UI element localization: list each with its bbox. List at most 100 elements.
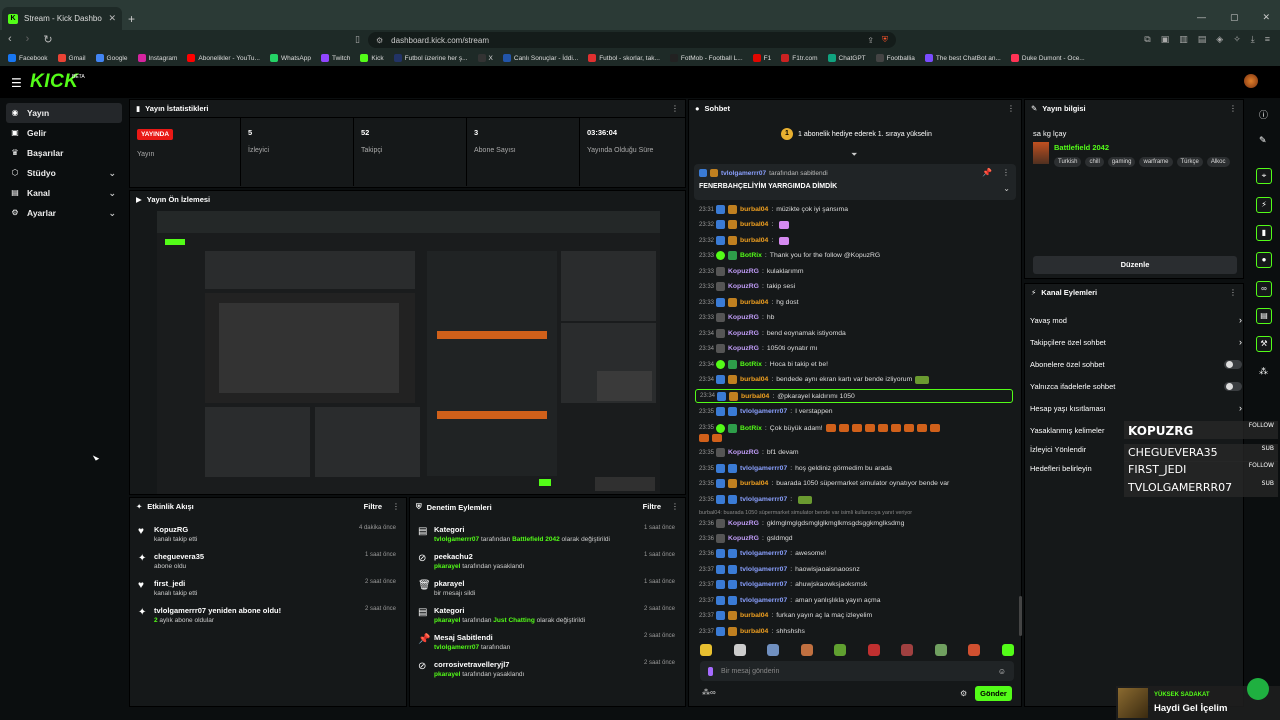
emote-icon[interactable]: [968, 644, 981, 656]
emote-icon[interactable]: [834, 644, 847, 656]
emote-icon[interactable]: [733, 644, 746, 656]
maximize-icon[interactable]: ▢: [1230, 12, 1239, 23]
info-icon[interactable]: ⓘ: [1259, 108, 1268, 121]
bookmark-item[interactable]: Futbol üzerine her ş...: [393, 54, 468, 62]
more-actions-icon[interactable]: ⁂: [1259, 366, 1268, 377]
moderation-row[interactable]: ⊘ peekachu2 pkarayel tarafından yasaklandı…: [410, 549, 685, 575]
chat-message[interactable]: 23:34 burbal04: bendede aynı ekran kartı v…: [699, 373, 1019, 386]
channel-action-row[interactable]: Yalnızca ifadelerle sohbet: [1030, 379, 1242, 393]
tag[interactable]: warframe: [1139, 157, 1173, 167]
sidebar-item-2[interactable]: ♛ Başarılar: [6, 143, 122, 163]
microphone-icon[interactable]: [708, 666, 713, 676]
bookmark-item[interactable]: WhatsApp: [269, 54, 311, 62]
chat-message[interactable]: 23:33 KopuzRG: takip sesi: [699, 280, 1019, 293]
brave-shield-icon[interactable]: ⛨: [882, 35, 888, 45]
bookmark-item[interactable]: FotMob - Football L...: [669, 54, 743, 62]
bookmark-item[interactable]: Instagram: [137, 54, 177, 62]
moderation-row[interactable]: ▤ Kategori pkarayel tarafından Just Chatti…: [410, 603, 685, 629]
emote-icon[interactable]: [934, 644, 947, 656]
share-icon[interactable]: ⇪: [867, 36, 874, 45]
chat-icon[interactable]: ●: [1256, 252, 1272, 268]
filter-button[interactable]: Filtre: [643, 502, 661, 511]
emoji-icon[interactable]: ☺: [998, 667, 1006, 676]
tag[interactable]: Turkish: [1054, 157, 1082, 167]
chat-input[interactable]: Bir mesaj gönderin ☺: [700, 661, 1014, 681]
back-icon[interactable]: ‹: [8, 33, 12, 46]
emote-icon[interactable]: [867, 644, 880, 656]
tag[interactable]: gaming: [1107, 157, 1136, 167]
chat-message[interactable]: 23:33 KopuzRG: kulaklarımm: [699, 265, 1019, 278]
sidebar-item-1[interactable]: ▣ Gelir: [6, 123, 122, 143]
bookmark-item[interactable]: Futbol - skorlar, tak...: [588, 54, 660, 62]
chat-message[interactable]: 23:32 burbal04:: [699, 218, 1019, 231]
close-tab-icon[interactable]: ✕: [108, 13, 116, 24]
floating-action-button[interactable]: [1247, 678, 1269, 700]
bookmark-item[interactable]: Footballia: [875, 54, 915, 62]
chat-message[interactable]: 23:35 tvlolgamerrr07: hoş geldiniz görmedi…: [699, 462, 1019, 475]
emote-icon[interactable]: [767, 644, 780, 656]
chat-message[interactable]: 23:33 burbal04: hg dost: [699, 296, 1019, 309]
reading-list-icon[interactable]: ▤: [1198, 34, 1207, 45]
channel-action-row[interactable]: Hesap yaşı kısıtlaması ›: [1030, 401, 1242, 415]
sidebar-item-3[interactable]: ⬡ Stüdyo ⌄: [6, 163, 122, 183]
more-options-icon[interactable]: ⋮: [1229, 288, 1237, 297]
chat-message[interactable]: 23:36 tvlolgamerrr07: awesome!: [699, 547, 1019, 560]
chat-message[interactable]: 23:37 burbal04: shhshshs: [699, 625, 1019, 638]
chat-message[interactable]: 23:34 BotRix: Hoca bi takip et be!: [699, 358, 1019, 371]
channel-action-row[interactable]: Abonelere özel sohbet: [1030, 357, 1242, 371]
channel-action-row[interactable]: Yavaş mod ›: [1030, 313, 1242, 327]
user-avatar[interactable]: [1244, 74, 1258, 88]
chat-message[interactable]: 23:33 KopuzRG: hb: [699, 311, 1019, 324]
gift-sub-banner[interactable]: 1 1 abonelik hediye ederek 1. sıraya yük…: [781, 128, 932, 140]
bookmark-item[interactable]: The best ChatBot an...: [924, 54, 1001, 62]
category-name[interactable]: Battlefield 2042: [1054, 143, 1109, 152]
sidebar-item-5[interactable]: ⚙ Ayarlar ⌄: [6, 203, 122, 223]
chat-settings-icon[interactable]: ⁂∞: [702, 688, 716, 697]
browser-tab[interactable]: K Stream - Kick Dashboard ✕: [2, 7, 122, 30]
moderation-row[interactable]: ⊘ corrosivetravelleryjl7 pkarayel tarafınd…: [410, 657, 685, 683]
lightning-icon[interactable]: ⚡: [1256, 197, 1272, 213]
pinned-message[interactable]: tvlolgamerrr07 tarafından sabitlendi FEN…: [694, 164, 1016, 200]
tag[interactable]: Türkçe: [1176, 157, 1203, 167]
download-icon[interactable]: ⤓: [1251, 34, 1255, 45]
emote-icon[interactable]: [901, 644, 914, 656]
bookmark-item[interactable]: ChatGPT: [827, 54, 866, 62]
activity-row[interactable]: ✦ cheguevera35 abone oldu 1 saat önce: [130, 549, 406, 575]
close-window-icon[interactable]: ✕: [1262, 12, 1270, 23]
new-tab-button[interactable]: +: [128, 12, 135, 26]
send-button[interactable]: Gönder: [975, 686, 1012, 701]
more-options-icon[interactable]: ⋮: [392, 502, 400, 511]
moderation-row[interactable]: ▤ Kategori tvlolgamerrr07 tarafından Battl…: [410, 522, 685, 548]
edit-button[interactable]: Düzenle: [1033, 256, 1237, 274]
sidebar-item-4[interactable]: ▤ Kanal ⌄: [6, 183, 122, 203]
chat-message[interactable]: 23:31 burbal04: müzikte çok iyi şansıma: [699, 203, 1019, 216]
more-options-icon[interactable]: ⋮: [671, 104, 679, 113]
toggle-switch[interactable]: [1224, 359, 1242, 369]
forward-icon[interactable]: ›: [26, 33, 30, 46]
chat-message[interactable]: 23:37 tvlolgamerrr07: ahuwjskaowksjaoksmsk: [699, 578, 1019, 591]
emote-icon[interactable]: [800, 644, 813, 656]
activity-row[interactable]: ✦ tvlolgamerrr07 yeniden abone oldu! 2 ayl…: [130, 603, 406, 629]
bookmark-item[interactable]: X: [477, 54, 493, 62]
sidebar-item-0[interactable]: ◉ Yayın: [6, 103, 122, 123]
chat-message[interactable]: 23:35 tvlolgamerrr07:: [699, 493, 1019, 506]
chat-message[interactable]: 23:33 BotRix: Thank you for the follow @Ko…: [699, 249, 1019, 262]
chat-message[interactable]: 23:35 burbal04: buarada 1050 süpermarket s…: [699, 477, 1019, 490]
moderation-row[interactable]: 📌 Mesaj Sabitlendi tvlolgamerrr07 tarafınd…: [410, 630, 685, 656]
address-bar[interactable]: ⚙ dashboard.kick.com/stream ⇪ ⛨: [368, 32, 896, 48]
shield-icon[interactable]: ◈: [1216, 34, 1223, 45]
chat-message[interactable]: 23:35 tvlolgamerrr07: I verstappen: [699, 405, 1019, 418]
chat-message[interactable]: 23:37 burbal04: furkan yayın aç la maç izl…: [699, 609, 1019, 622]
menu-icon[interactable]: ≡: [1265, 34, 1270, 45]
bookmark-item[interactable]: Gmail: [57, 54, 86, 62]
more-options-icon[interactable]: ⋮: [1002, 168, 1010, 177]
pencil-icon[interactable]: ✎: [1259, 135, 1267, 146]
channel-action-row[interactable]: Takipçilere özel sohbet ›: [1030, 335, 1242, 349]
bookmark-item[interactable]: Duke Dumont - Oce...: [1010, 54, 1085, 62]
activity-row[interactable]: ♥ KopuzRG kanalı takip etti 4 dakika önce: [130, 522, 406, 548]
chat-message[interactable]: 23:34 KopuzRG:1050ti oynatır mı: [699, 342, 1019, 355]
toggle-switch[interactable]: [1224, 381, 1242, 391]
collapse-icon[interactable]: ⏷: [851, 150, 857, 160]
site-info-icon[interactable]: ⚙: [376, 36, 383, 45]
emote-icon[interactable]: [1001, 644, 1014, 656]
